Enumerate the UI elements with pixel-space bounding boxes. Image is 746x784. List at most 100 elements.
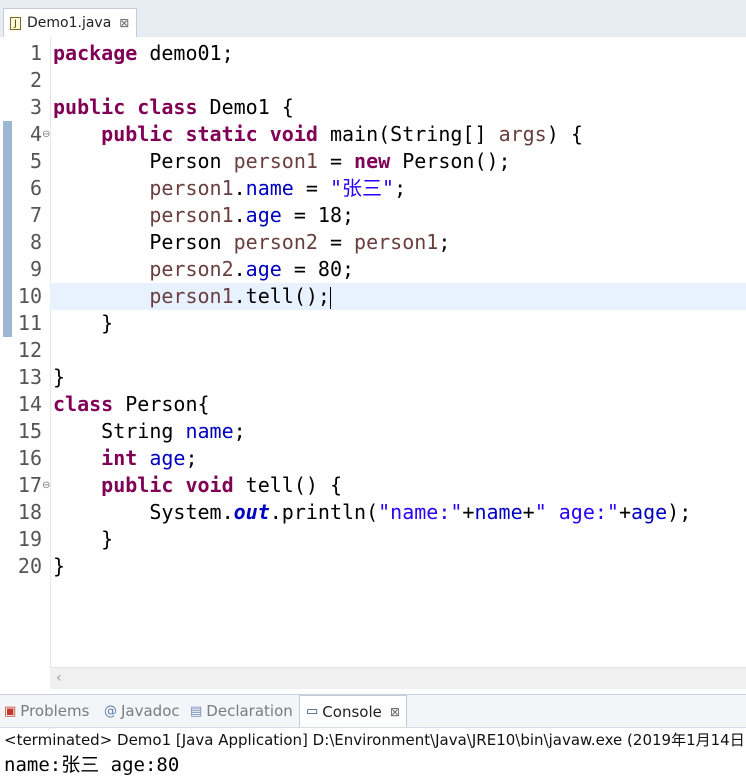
parameter: args [498,122,547,146]
horizontal-scrollbar[interactable]: ‹ [50,667,746,689]
local-variable: person1 [149,284,234,308]
console-icon: ▭ [306,704,319,719]
code-line-19: } [53,527,114,551]
line-number: 5 [29,149,42,173]
java-file-icon: J [10,16,21,30]
problems-icon: ▣ [4,703,17,719]
tab-demo1-java[interactable]: J Demo1.java ⊠ [3,8,137,37]
line-number: 16 [17,446,42,470]
code-text: tell() { [233,473,343,497]
keyword: public [101,122,174,146]
code-line-5: Person person1 = new Person(); [53,148,511,175]
static-field: out [233,500,270,524]
code-text: . [233,176,246,200]
code-text: + [618,500,632,524]
editor-tab-bar: J Demo1.java ⊠ [0,0,746,38]
line-number: 14 [17,392,42,416]
tab-declaration[interactable]: ▤ Declaration [190,695,293,727]
text-caret [329,286,331,309]
tab-label: Javadoc [121,702,180,720]
code-text: ; [233,419,246,443]
line-number: 19 [17,527,42,551]
code-line-13: } [53,365,66,389]
close-icon[interactable]: ⊠ [390,705,400,719]
console-output: name:张三 age:80 [4,754,180,776]
code-text: ) { [546,122,583,146]
line-number: 1 [29,41,42,65]
code-text: . [233,257,246,281]
line-number: 20 [17,554,42,578]
tab-problems[interactable]: ▣ Problems [4,695,89,727]
fold-toggle-icon[interactable]: ⊖ [42,121,50,148]
code-line-8: Person person2 = person1; [53,229,450,256]
keyword: static [185,122,258,146]
line-number: 9 [29,257,42,281]
close-icon[interactable]: ⊠ [119,16,129,30]
local-variable: person1 [149,176,234,200]
line-number: 6 [29,176,42,200]
code-text: = 80; [281,257,355,281]
field: age [631,500,668,524]
code-text: + [462,500,475,524]
code-text: Person(); [390,149,511,173]
keyword: void [269,122,318,146]
tab-label: Demo1.java [27,15,112,31]
local-variable: person1 [354,230,439,254]
local-variable: person1 [149,203,234,227]
tab-console[interactable]: ▭ Console ⊠ [299,695,407,727]
code-text: Person [149,230,234,254]
field: name [185,419,234,443]
line-number: 17 [17,473,42,497]
line-number: 12 [17,338,42,362]
line-number: 2 [29,68,42,92]
line-number: 7 [29,203,42,227]
code-line-14: class Person{ [53,391,210,418]
line-number: 10 [17,284,42,308]
line-number-gutter: 1 2 3 4 5 6 7 8 9 10 11 12 13 14 15 16 1… [0,37,51,667]
line-number: 18 [17,500,42,524]
field: name [245,176,294,200]
code-line-9: person2.age = 80; [53,256,354,283]
code-text: demo01; [137,41,234,65]
console-status: <terminated> Demo1 [Java Application] D:… [4,731,746,749]
javadoc-icon: @ [104,703,117,719]
local-variable: person2 [149,257,234,281]
line-number: 8 [29,230,42,254]
field: name [474,500,523,524]
line-number: 13 [17,365,42,389]
code-text: ; [394,176,407,200]
code-line-11: } [53,311,114,335]
local-variable: person1 [233,149,318,173]
code-text: .println( [269,500,379,524]
fold-toggle-icon[interactable]: ⊖ [42,472,50,499]
change-marker [3,148,12,337]
code-text: ; [185,446,198,470]
code-editor[interactable]: 1 2 3 4 5 6 7 8 9 10 11 12 13 14 15 16 1… [0,37,746,689]
code-text: String [101,419,186,443]
tab-javadoc[interactable]: @ Javadoc [104,695,180,727]
code-text: Person [149,149,234,173]
scroll-left-icon[interactable]: ‹ [56,668,62,689]
code-line-17: public void tell() { [53,472,342,499]
code-text: + [522,500,535,524]
field: age [245,257,282,281]
keyword: class [137,95,198,119]
keyword: public [101,473,174,497]
code-text: Person{ [113,392,210,416]
code-text: = 18; [281,203,355,227]
code-line-3: public class Demo1 { [53,94,294,121]
code-line-20: } [53,554,66,578]
code-text: ); [667,500,692,524]
code-text: = [317,230,355,254]
code-text: = [293,176,330,200]
string-literal: "张三" [329,176,395,200]
keyword: package [53,41,138,65]
code-text: System. [149,500,234,524]
